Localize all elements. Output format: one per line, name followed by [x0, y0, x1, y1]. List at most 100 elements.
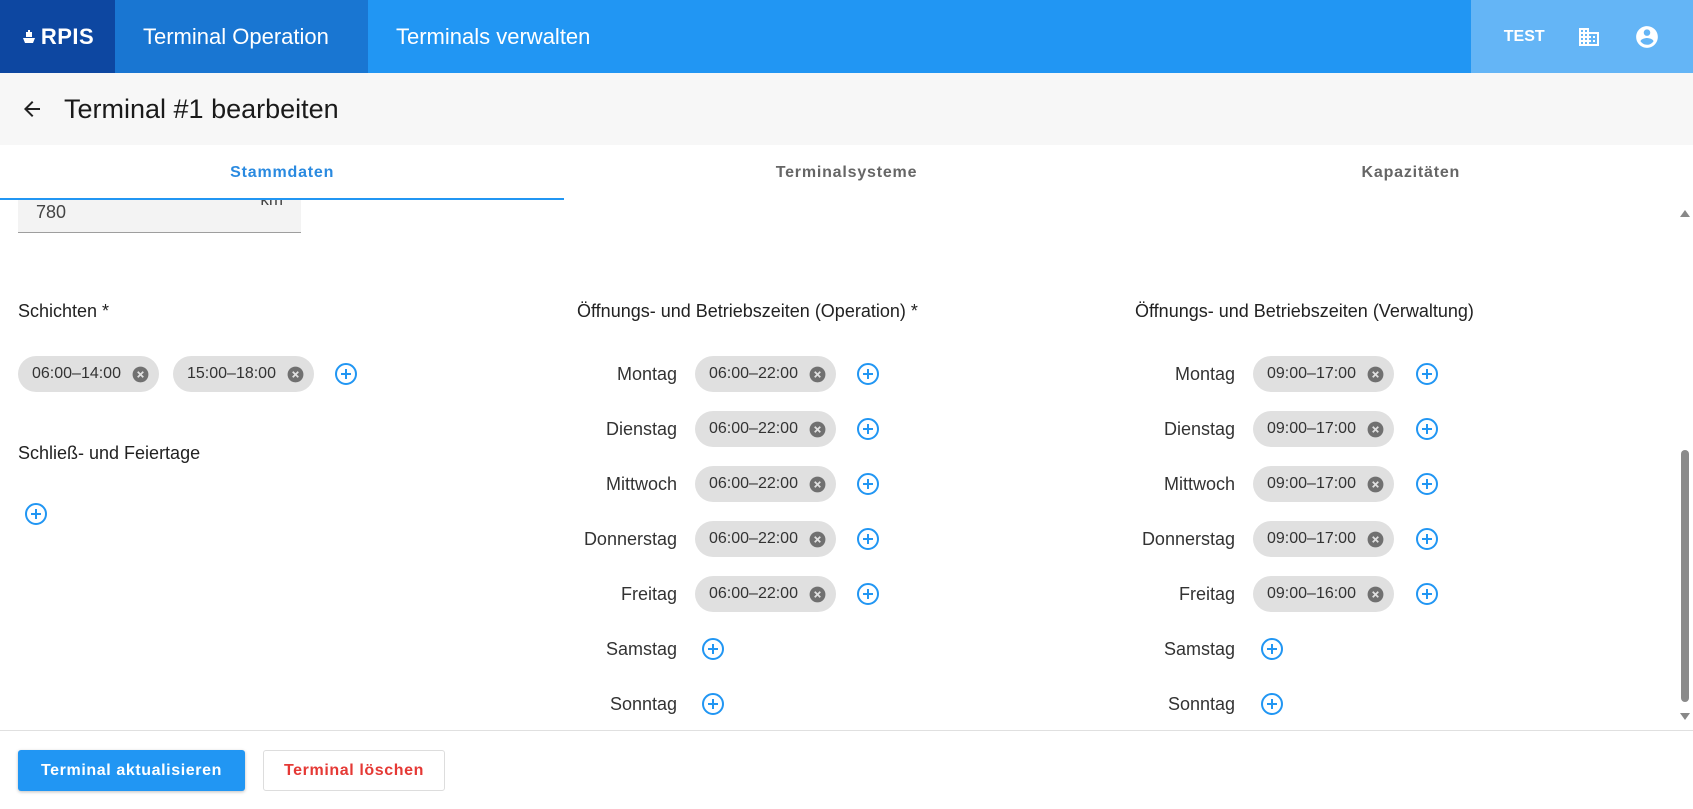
- account-circle-icon[interactable]: [1634, 24, 1660, 50]
- admin-time-chip[interactable]: 09:00–17:00: [1253, 356, 1394, 392]
- chip-label: 06:00–22:00: [709, 530, 798, 547]
- admin-add-time-icon[interactable]: [1415, 527, 1439, 551]
- admin-hours-label: Öffnungs- und Betriebszeiten (Verwaltung…: [1135, 301, 1474, 321]
- cancel-icon[interactable]: [1366, 530, 1385, 549]
- delete-terminal-button[interactable]: Terminal löschen: [263, 750, 445, 791]
- section-tabs: Stammdaten Terminalsysteme Kapazitäten: [0, 145, 1693, 200]
- building-icon[interactable]: [1577, 25, 1601, 49]
- operation-time-chip[interactable]: 06:00–22:00: [695, 356, 836, 392]
- closures-label: Schließ- und Feiertage: [18, 443, 201, 463]
- update-terminal-button[interactable]: Terminal aktualisieren: [18, 750, 245, 791]
- distance-field[interactable]: 780 km: [18, 200, 301, 233]
- operation-add-time-icon[interactable]: [856, 417, 880, 441]
- chip-label: 09:00–17:00: [1267, 420, 1356, 437]
- operation-add-time-icon[interactable]: [856, 527, 880, 551]
- chip-label: 09:00–17:00: [1267, 475, 1356, 492]
- form-footer: Terminal aktualisieren Terminal löschen: [0, 730, 1693, 809]
- tab-kapazitaeten[interactable]: Kapazitäten: [1129, 145, 1693, 200]
- operation-day-label-dienstag: Dienstag: [605, 419, 677, 439]
- page-header: Terminal #1 bearbeiten: [0, 73, 1693, 145]
- admin-add-time-icon[interactable]: [1260, 692, 1284, 716]
- admin-add-time-icon[interactable]: [1415, 362, 1439, 386]
- operation-time-chip[interactable]: 06:00–22:00: [695, 411, 836, 447]
- top-right-toolbar: TEST: [1471, 0, 1693, 73]
- admin-day-label-montag: Montag: [1174, 364, 1235, 384]
- chip-label: 06:00–22:00: [709, 365, 798, 382]
- scroll-up-arrow[interactable]: [1680, 210, 1690, 217]
- cancel-icon[interactable]: [286, 365, 305, 384]
- cancel-icon[interactable]: [1366, 475, 1385, 494]
- admin-time-chip[interactable]: 09:00–16:00: [1253, 576, 1394, 612]
- chip-label: 06:00–14:00: [32, 365, 121, 382]
- vertical-scrollbar[interactable]: [1677, 200, 1693, 730]
- admin-day-label-donnerstag: Donnerstag: [1141, 529, 1235, 549]
- operation-time-chip[interactable]: 06:00–22:00: [695, 576, 836, 612]
- form-content: 780 km Schichten * 06:00–14:00 15:00–18:0…: [0, 200, 1680, 730]
- operation-day-label-mittwoch: Mittwoch: [605, 474, 677, 494]
- admin-day-label-freitag: Freitag: [1178, 584, 1235, 604]
- chip-label: 09:00–16:00: [1267, 585, 1356, 602]
- scroll-down-arrow[interactable]: [1680, 713, 1690, 720]
- tab-terminalsysteme[interactable]: Terminalsysteme: [564, 145, 1128, 200]
- cancel-icon[interactable]: [1366, 585, 1385, 604]
- shift-chip[interactable]: 06:00–14:00: [18, 356, 159, 392]
- nav-tab-terminal-operation[interactable]: Terminal Operation: [115, 0, 368, 73]
- operation-add-time-icon[interactable]: [856, 582, 880, 606]
- operation-time-chip[interactable]: 06:00–22:00: [695, 521, 836, 557]
- admin-time-chip[interactable]: 09:00–17:00: [1253, 411, 1394, 447]
- distance-value: 780: [36, 202, 67, 222]
- operation-day-label-montag: Montag: [616, 364, 677, 384]
- add-shift-icon[interactable]: [334, 362, 358, 386]
- page-title: Terminal #1 bearbeiten: [64, 93, 339, 124]
- cancel-icon[interactable]: [808, 530, 827, 549]
- scroll-thumb[interactable]: [1681, 450, 1689, 702]
- tab-stammdaten[interactable]: Stammdaten: [0, 145, 565, 200]
- chip-label: 06:00–22:00: [709, 585, 798, 602]
- top-navigation-bar: RPIS Terminal Operation Terminals verwal…: [0, 0, 1693, 73]
- admin-day-label-dienstag: Dienstag: [1163, 419, 1235, 439]
- arrow-left-icon: [24, 101, 40, 117]
- admin-add-time-icon[interactable]: [1260, 637, 1284, 661]
- operation-add-time-icon[interactable]: [701, 637, 725, 661]
- admin-add-time-icon[interactable]: [1415, 582, 1439, 606]
- operation-day-label-donnerstag: Donnerstag: [583, 529, 677, 549]
- operation-add-time-icon[interactable]: [856, 362, 880, 386]
- cancel-icon[interactable]: [1366, 365, 1385, 384]
- operation-add-time-icon[interactable]: [856, 472, 880, 496]
- ship-icon: [22, 29, 35, 43]
- chip-label: 09:00–17:00: [1267, 365, 1356, 382]
- chip-label: 09:00–17:00: [1267, 530, 1356, 547]
- chip-label: 15:00–18:00: [187, 365, 276, 382]
- admin-add-time-icon[interactable]: [1415, 472, 1439, 496]
- distance-unit: km: [260, 200, 283, 210]
- cancel-icon[interactable]: [808, 420, 827, 439]
- cancel-icon[interactable]: [808, 475, 827, 494]
- add-closure-icon[interactable]: [24, 502, 48, 526]
- operation-time-chip[interactable]: 06:00–22:00: [695, 466, 836, 502]
- environment-badge: TEST: [1503, 27, 1545, 45]
- cancel-icon[interactable]: [808, 365, 827, 384]
- operation-day-label-samstag: Samstag: [605, 639, 677, 659]
- admin-time-chip[interactable]: 09:00–17:00: [1253, 521, 1394, 557]
- operation-day-label-sonntag: Sonntag: [609, 694, 677, 714]
- chip-label: 06:00–22:00: [709, 420, 798, 437]
- nav-tab-terminals-verwalten[interactable]: Terminals verwalten: [368, 0, 618, 73]
- admin-add-time-icon[interactable]: [1415, 417, 1439, 441]
- shift-chip[interactable]: 15:00–18:00: [173, 356, 314, 392]
- cancel-icon[interactable]: [1366, 420, 1385, 439]
- chip-label: 06:00–22:00: [709, 475, 798, 492]
- operation-add-time-icon[interactable]: [701, 692, 725, 716]
- cancel-icon[interactable]: [808, 585, 827, 604]
- back-button[interactable]: [20, 97, 44, 121]
- admin-day-label-samstag: Samstag: [1163, 639, 1235, 659]
- operation-day-label-freitag: Freitag: [620, 584, 677, 604]
- admin-day-label-mittwoch: Mittwoch: [1163, 474, 1235, 494]
- shifts-label: Schichten *: [18, 301, 110, 321]
- cancel-icon[interactable]: [131, 365, 150, 384]
- brand-logo[interactable]: RPIS: [0, 0, 115, 73]
- admin-time-chip[interactable]: 09:00–17:00: [1253, 466, 1394, 502]
- operation-hours-label: Öffnungs- und Betriebszeiten (Operation)…: [577, 301, 918, 321]
- admin-day-label-sonntag: Sonntag: [1167, 694, 1235, 714]
- brand-name: RPIS: [40, 23, 95, 49]
